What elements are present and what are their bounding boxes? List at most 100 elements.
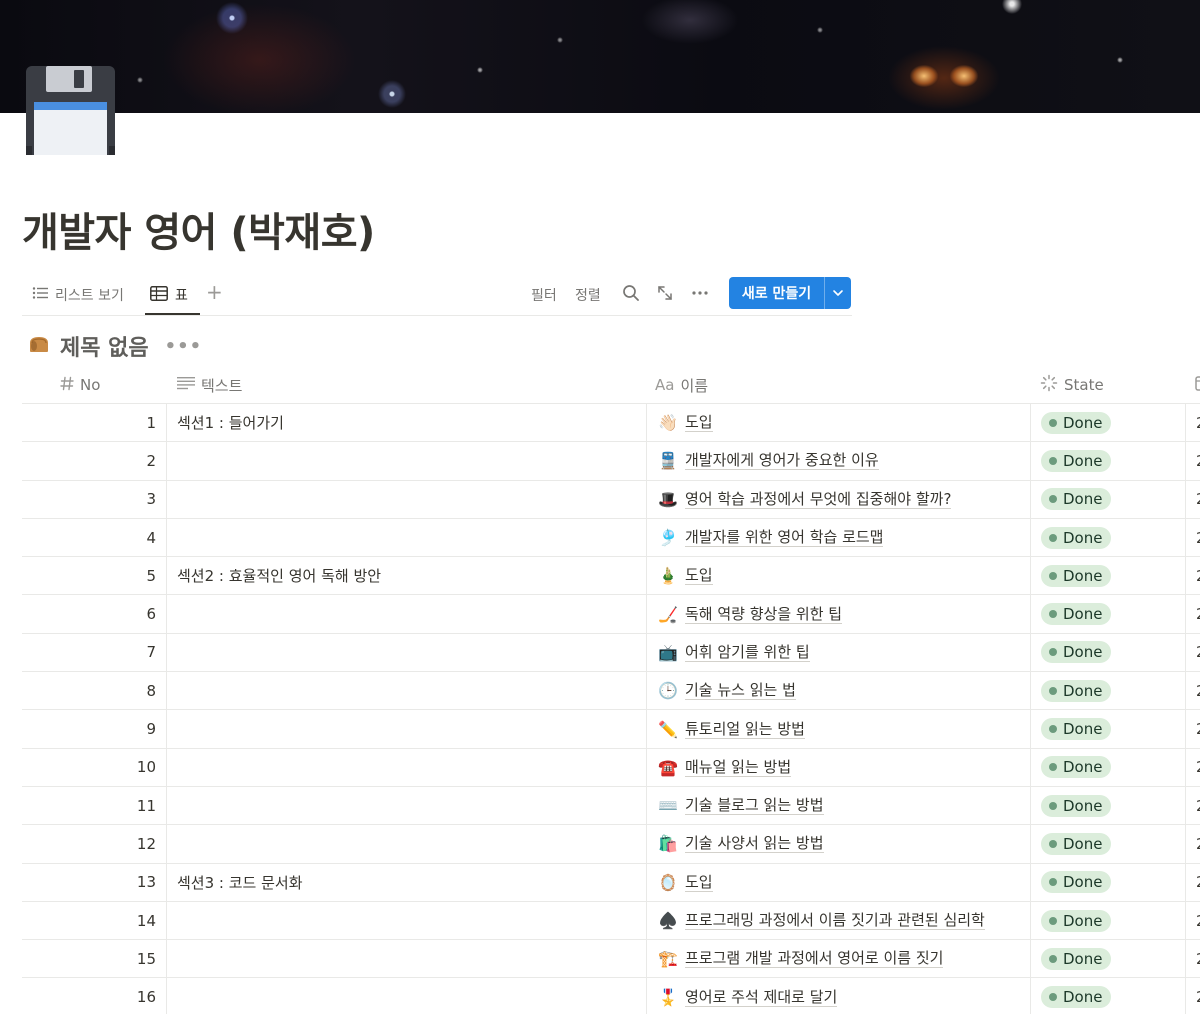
cell-text[interactable]: 섹션3 : 코드 문서화 [166, 863, 646, 901]
mirror-icon[interactable]: 🪞 [657, 871, 679, 893]
sort-button[interactable]: 정렬 [575, 285, 601, 305]
status-badge[interactable]: Done [1041, 909, 1112, 932]
page-link[interactable]: 튜토리얼 읽는 방법 [685, 720, 805, 739]
cell-name[interactable]: ☎️ 매뉴얼 읽는 방법 [646, 748, 1030, 786]
cell-state[interactable]: Done [1030, 710, 1185, 748]
cell-next-partial[interactable]: 2 [1185, 748, 1200, 786]
cell-name[interactable]: 🚆 개발자에게 영어가 중요한 이유 [646, 442, 1030, 480]
page-link[interactable]: 도입 [685, 566, 713, 586]
table-row[interactable]: 9 ✏️ 튜토리얼 읽는 방법 Done 2 [22, 710, 1200, 749]
cell-no[interactable]: 14 [22, 902, 166, 939]
television-icon[interactable]: 📺 [657, 641, 679, 663]
cell-name[interactable]: 👋🏻 도입 [646, 404, 1030, 442]
cell-next-partial[interactable]: 2 [1185, 557, 1200, 595]
cell-no[interactable]: 2 [22, 442, 166, 479]
page-link[interactable]: 개발자를 위한 영어 학습 로드맵 [685, 528, 884, 548]
crane-icon[interactable]: 🏗️ [657, 948, 679, 970]
table-row[interactable]: 12 🛍️ 기술 사양서 읽는 방법 Done 2 [22, 825, 1200, 864]
status-badge[interactable]: Done [1041, 603, 1112, 626]
column-header-state[interactable]: State [1040, 366, 1104, 404]
add-view-icon[interactable]: + [206, 280, 223, 304]
cell-next-partial[interactable]: 2 [1185, 863, 1200, 901]
cell-next-partial[interactable]: 2 [1185, 518, 1200, 557]
cell-next-partial[interactable]: 2 [1185, 633, 1200, 672]
page-link[interactable]: 영어로 주석 제대로 달기 [685, 988, 838, 1007]
status-badge[interactable]: Done [1041, 947, 1112, 970]
cell-state[interactable]: Done [1030, 480, 1185, 518]
cell-state[interactable]: Done [1030, 748, 1185, 786]
table-row[interactable]: 7 📺 어휘 암기를 위한 팁 Done 2 [22, 633, 1200, 673]
cell-text[interactable] [166, 901, 646, 940]
table-row[interactable]: 4 🎐 개발자를 위한 영어 학습 로드맵 Done 2 [22, 518, 1200, 558]
wind-chime-icon[interactable]: 🎐 [657, 527, 679, 549]
status-badge[interactable]: Done [1041, 986, 1112, 1009]
cell-text[interactable]: 섹션1 : 들어가기 [166, 404, 646, 442]
cell-state[interactable]: Done [1030, 595, 1185, 633]
clock-icon[interactable]: 🕒 [657, 680, 679, 702]
cell-name[interactable]: 🏗️ 프로그램 개발 과정에서 영어로 이름 짓기 [646, 940, 1030, 978]
column-header-no[interactable]: No [60, 366, 100, 404]
cell-no[interactable]: 7 [22, 634, 166, 671]
cell-text[interactable] [166, 748, 646, 786]
status-badge[interactable]: Done [1041, 756, 1112, 779]
database-more-icon[interactable]: ••• [165, 336, 203, 357]
cell-state[interactable]: Done [1030, 786, 1185, 825]
cell-state[interactable]: Done [1030, 978, 1185, 1014]
cell-text[interactable] [166, 518, 646, 557]
table-row[interactable]: 11 ⌨️ 기술 블로그 읽는 방법 Done 2 [22, 786, 1200, 826]
cell-next-partial[interactable]: 2 [1185, 595, 1200, 633]
database-title[interactable]: 제목 없음 ••• [28, 330, 202, 362]
cell-state[interactable]: Done [1030, 442, 1185, 480]
spade-icon[interactable]: ♠️ [657, 910, 679, 932]
cell-state[interactable]: Done [1030, 672, 1185, 710]
cell-text[interactable] [166, 978, 646, 1014]
cell-text[interactable] [166, 633, 646, 672]
status-badge[interactable]: Done [1041, 526, 1112, 549]
status-badge[interactable]: Done [1041, 871, 1112, 894]
keyboard-icon[interactable]: ⌨️ [657, 795, 679, 817]
cell-name[interactable]: 🎩 영어 학습 과정에서 무엇에 집중해야 할까? [646, 480, 1030, 518]
status-badge[interactable]: Done [1041, 411, 1112, 434]
cell-text[interactable] [166, 672, 646, 710]
table-row[interactable]: 13섹션3 : 코드 문서화 🪞 도입 Done 2 [22, 863, 1200, 902]
page-link[interactable]: 프로그램 개발 과정에서 영어로 이름 짓기 [685, 949, 944, 969]
cell-state[interactable]: Done [1030, 825, 1185, 863]
cell-next-partial[interactable]: 2 [1185, 710, 1200, 748]
cell-no[interactable]: 11 [22, 787, 166, 824]
status-badge[interactable]: Done [1041, 794, 1112, 817]
cell-text[interactable]: 섹션2 : 효율적인 영어 독해 방안 [166, 557, 646, 595]
status-badge[interactable]: Done [1041, 564, 1112, 587]
cell-no[interactable]: 16 [22, 978, 166, 1014]
table-row[interactable]: 15 🏗️ 프로그램 개발 과정에서 영어로 이름 짓기 Done 2 [22, 940, 1200, 979]
cell-text[interactable] [166, 710, 646, 748]
cell-no[interactable]: 5 [22, 557, 166, 594]
cell-next-partial[interactable]: 2 [1185, 901, 1200, 940]
cell-no[interactable]: 13 [22, 864, 166, 901]
cell-text[interactable] [166, 442, 646, 480]
cell-state[interactable]: Done [1030, 633, 1185, 672]
cell-no[interactable]: 12 [22, 825, 166, 862]
top-hat-icon[interactable]: 🎩 [657, 488, 679, 510]
pine-decoration-icon[interactable]: 🎍 [657, 565, 679, 587]
train-icon[interactable]: 🚆 [657, 450, 679, 472]
page-link[interactable]: 어휘 암기를 위한 팁 [685, 643, 810, 662]
cell-next-partial[interactable]: 2 [1185, 672, 1200, 710]
table-row[interactable]: 10 ☎️ 매뉴얼 읽는 방법 Done 2 [22, 748, 1200, 787]
cell-next-partial[interactable]: 2 [1185, 940, 1200, 978]
cell-name[interactable]: 🎍 도입 [646, 557, 1030, 595]
medal-icon[interactable]: 🎖️ [657, 986, 679, 1008]
waving-hand-icon[interactable]: 👋🏻 [657, 412, 679, 434]
page-link[interactable]: 독해 역량 향상을 위한 팁 [685, 605, 843, 624]
table-row[interactable]: 2 🚆 개발자에게 영어가 중요한 이유 Done 2 [22, 442, 1200, 481]
cell-next-partial[interactable]: 2 [1185, 786, 1200, 825]
cell-name[interactable]: 🛍️ 기술 사양서 읽는 방법 [646, 825, 1030, 863]
cell-state[interactable]: Done [1030, 404, 1185, 442]
cell-no[interactable]: 6 [22, 595, 166, 632]
status-badge[interactable]: Done [1041, 641, 1112, 664]
cell-no[interactable]: 3 [22, 481, 166, 518]
cell-next-partial[interactable]: 2 [1185, 480, 1200, 518]
hockey-stick-icon[interactable]: 🏒 [657, 603, 679, 625]
table-row[interactable]: 3 🎩 영어 학습 과정에서 무엇에 집중해야 할까? Done 2 [22, 480, 1200, 519]
chevron-down-icon[interactable] [825, 289, 851, 297]
pencil-icon[interactable]: ✏️ [657, 718, 679, 740]
